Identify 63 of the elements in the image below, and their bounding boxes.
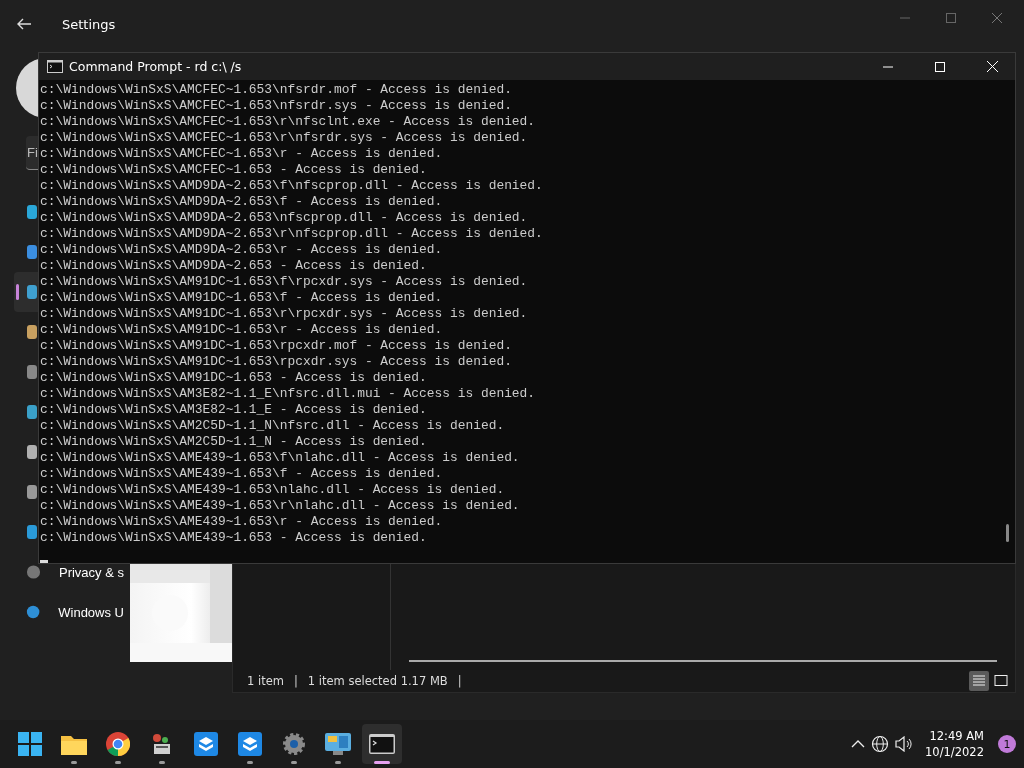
console-line: c:\Windows\WinSxS\AMCFEC~1.653\nfsrdr.sys - Access is denied. [40,98,512,114]
windows-logo-icon [18,732,42,756]
maximize-icon [946,13,956,23]
speaker-icon[interactable] [895,736,914,752]
console-line: c:\Windows\WinSxS\AMCFEC~1.653 - Access is denied. [40,162,427,178]
clock[interactable]: 12:49 AM 10/1/2022 [925,728,984,760]
status-text: 1 item selected 1.17 MB [307,674,448,688]
chevron-up-icon[interactable] [851,740,866,748]
console-line: c:\Windows\WinSxS\AMD9DA~2.653\f - Access is denied. [40,194,443,210]
console-line: c:\Windows\WinSxS\AMCFEC~1.653\r\nfsrdr.sys - Access is denied. [40,130,528,146]
nav-item[interactable]: Windows U [14,592,124,632]
maximize-icon [935,61,945,72]
console-line: c:\Windows\WinSxS\AM91DC~1.653\f - Access is denied. [40,290,443,306]
nav-item[interactable] [14,272,38,312]
console-line: c:\Windows\WinSxS\AM91DC~1.653\r\rpcxdr.sys - Access is denied. [40,306,528,322]
console-line: c:\Windows\WinSxS\AM91DC~1.653\r - Access is denied. [40,322,443,338]
console-line: c:\Windows\WinSxS\AMCFEC~1.653\nfsrdr.mof - Access is denied. [40,82,512,98]
terminal-icon [369,734,395,754]
console-icon [47,60,63,73]
console-line: c:\Windows\WinSxS\AMD9DA~2.653\r\nfscprop.dll - Access is denied. [40,226,543,242]
scrollbar[interactable] [409,660,997,662]
control-panel-icon [325,733,351,755]
console-line: c:\Windows\WinSxS\AM3E82~1.1_E\nfsrc.dll.mui - Access is denied. [40,386,536,402]
box-icon [238,732,262,756]
console-line: c:\Windows\WinSxS\AME439~1.653\f\nlahc.dll - Access is denied. [40,450,520,466]
back-icon[interactable] [16,18,32,30]
status-separator: | [293,674,298,688]
console-line: c:\Windows\WinSxS\AMD9DA~2.653\f\nfscprop.dll - Access is denied. [40,178,543,194]
list-icon [972,675,986,687]
console-line: c:\Windows\WinSxS\AME439~1.653 - Access is denied. [40,530,427,546]
console-line: c:\Windows\WinSxS\AM91DC~1.653 - Access is denied. [40,370,427,386]
tile-icon [994,675,1008,687]
console-line: c:\Windows\WinSxS\AMCFEC~1.653\r - Access is denied. [40,146,443,162]
console-line: c:\Windows\WinSxS\AM91DC~1.653\rpcxdr.sys - Access is denied. [40,354,512,370]
gear-icon [282,732,306,756]
console-line: c:\Windows\WinSxS\AME439~1.653\r\nlahc.dll - Access is denied. [40,498,520,514]
console-line: c:\Windows\WinSxS\AME439~1.653\f - Access is denied. [40,466,443,482]
console-line: c:\Windows\WinSxS\AM2C5D~1.1_N\nfsrc.dll - Access is denied. [40,418,505,434]
globe-icon[interactable] [871,735,890,753]
status-separator: | [457,674,462,688]
browser-icon [106,732,130,756]
taskbar-app[interactable] [362,724,402,764]
folder-icon [61,733,87,755]
console-line: c:\Windows\WinSxS\AM2C5D~1.1_N - Access is denied. [40,434,427,450]
status-text: 1 item [247,674,284,688]
text-cursor [40,560,48,563]
console-line: c:\Windows\WinSxS\AM3E82~1.1_E - Access is denied. [40,402,427,418]
console-line: c:\Windows\WinSxS\AMD9DA~2.653 - Access is denied. [40,258,427,274]
console-line: c:\Windows\WinSxS\AMCFEC~1.653\r\nfsclnt.exe - Access is denied. [40,114,536,130]
console-line: c:\Windows\WinSxS\AME439~1.653\r - Access is denied. [40,514,443,530]
window-title: Settings [62,16,116,32]
notification-badge[interactable]: 1 [998,735,1016,753]
close-icon [986,61,998,72]
scrollbar-thumb[interactable] [1006,524,1009,542]
console-title: Command Prompt - rd c:\ /s [69,59,243,74]
console-line: c:\Windows\WinSxS\AM91DC~1.653\rpcxdr.mof - Access is denied. [40,338,512,354]
search-field[interactable]: Fi [26,136,38,170]
console-line: c:\Windows\WinSxS\AMD9DA~2.653\nfscprop.dll - Access is denied. [40,210,528,226]
console-line: c:\Windows\WinSxS\AMD9DA~2.653\r - Access is denied. [40,242,443,258]
console-line: c:\Windows\WinSxS\AME439~1.653\nlahc.dll - Access is denied. [40,482,505,498]
close-icon [992,13,1002,23]
box-icon [194,732,218,756]
console-line: c:\Windows\WinSxS\AM91DC~1.653\f\rpcxdr.sys - Access is denied. [40,274,528,290]
